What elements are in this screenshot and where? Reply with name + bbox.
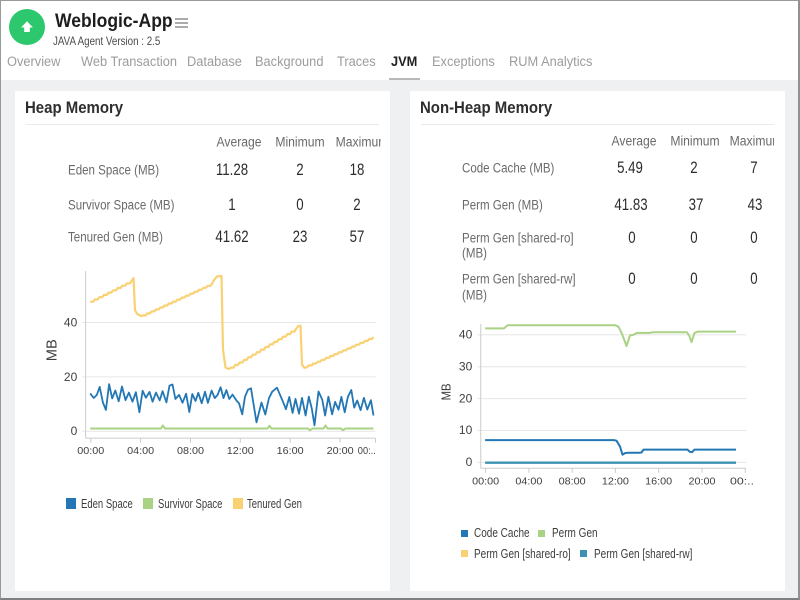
svg-text:MB: MB bbox=[43, 339, 60, 361]
svg-text:12:00: 12:00 bbox=[602, 475, 629, 487]
svg-text:04:00: 04:00 bbox=[127, 445, 154, 457]
svg-text:00:00: 00:00 bbox=[472, 475, 499, 487]
svg-text:00:..: 00:.. bbox=[730, 475, 754, 487]
svg-text:00:..: 00:.. bbox=[358, 445, 376, 457]
svg-text:30: 30 bbox=[459, 359, 473, 373]
svg-text:12:00: 12:00 bbox=[227, 445, 254, 457]
svg-text:20: 20 bbox=[459, 391, 473, 405]
svg-text:40: 40 bbox=[64, 315, 78, 329]
svg-text:20:00: 20:00 bbox=[689, 475, 716, 487]
svg-text:0: 0 bbox=[71, 424, 78, 438]
svg-text:0: 0 bbox=[466, 455, 473, 469]
svg-text:04:00: 04:00 bbox=[515, 475, 542, 487]
svg-text:16:00: 16:00 bbox=[277, 445, 304, 457]
svg-text:08:00: 08:00 bbox=[177, 445, 204, 457]
svg-text:16:00: 16:00 bbox=[645, 475, 672, 487]
svg-text:08:00: 08:00 bbox=[559, 475, 586, 487]
svg-text:20:00: 20:00 bbox=[327, 445, 354, 457]
svg-text:10: 10 bbox=[459, 423, 473, 437]
svg-text:00:00: 00:00 bbox=[77, 445, 104, 457]
svg-text:40: 40 bbox=[459, 328, 473, 342]
svg-text:MB: MB bbox=[439, 383, 453, 400]
svg-text:20: 20 bbox=[64, 370, 78, 384]
